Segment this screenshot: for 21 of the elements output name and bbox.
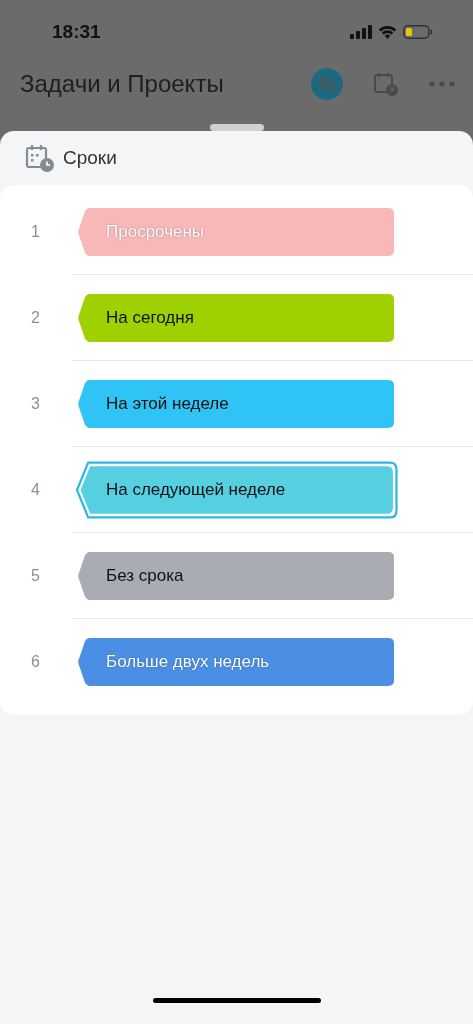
row-number: 4 [31, 480, 40, 499]
deadline-tag[interactable]: На следующей неделе [74, 460, 398, 519]
page-title: Задачи и Проекты [20, 70, 224, 98]
row-number: 5 [31, 566, 40, 585]
wifi-icon [378, 25, 397, 39]
calendar-clock-icon [25, 143, 55, 173]
row-number: 1 [31, 222, 40, 241]
row-number: 2 [31, 308, 40, 327]
signal-icon [350, 25, 372, 39]
battery-icon [403, 25, 433, 39]
calendar-clock-button[interactable] [373, 71, 399, 97]
sheet-handle[interactable] [209, 124, 264, 131]
search-button[interactable] [311, 68, 343, 100]
deadline-tag[interactable]: На сегодня [78, 293, 394, 342]
status-time: 18:31 [52, 21, 101, 43]
row-number: 3 [31, 394, 40, 413]
sheet-title: Сроки [63, 147, 117, 169]
more-button[interactable] [429, 81, 455, 87]
row-number: 6 [31, 653, 40, 671]
deadline-tag[interactable]: На этой неделе [78, 379, 394, 428]
deadline-tag[interactable]: Без срока [78, 551, 394, 600]
